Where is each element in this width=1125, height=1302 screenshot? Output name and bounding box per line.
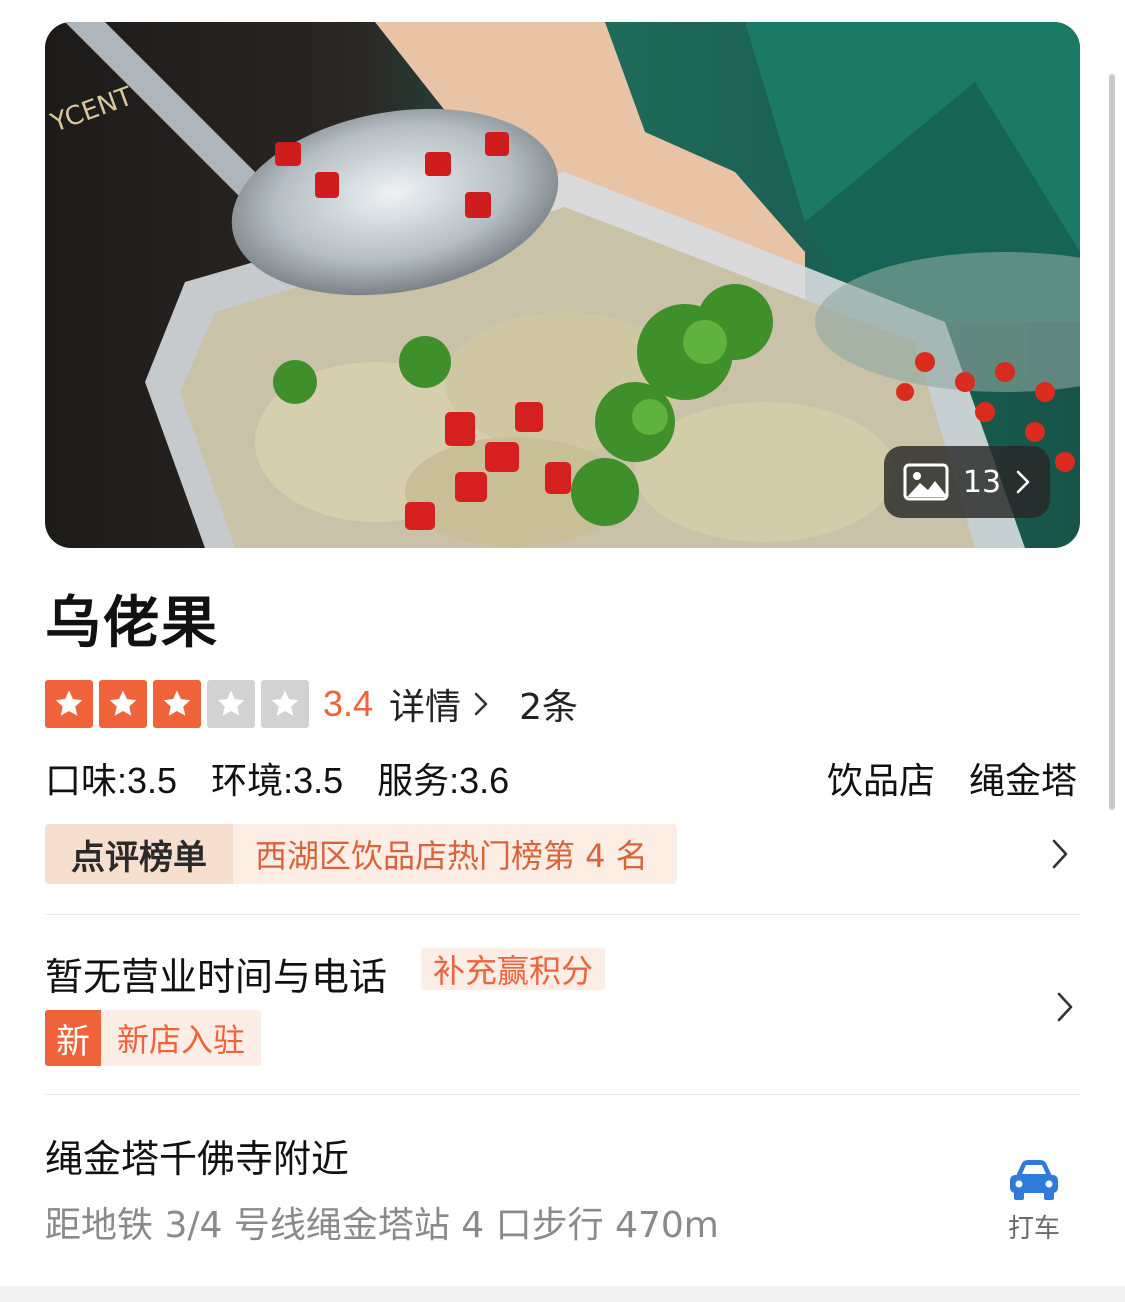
photo-count-label: 13: [962, 464, 1002, 500]
chevron-right-icon[interactable]: [1055, 990, 1075, 1024]
new-shop-badge: 新 新店入驻: [45, 1010, 262, 1066]
hours-info[interactable]: 暂无营业时间与电话: [45, 946, 387, 1001]
car-icon: [1010, 1160, 1058, 1200]
star-rating: [45, 680, 309, 728]
rating-row: 3.4 详情 2条: [45, 680, 578, 728]
star-icon: [261, 680, 309, 728]
chevron-right-icon: [1052, 839, 1068, 869]
divider: [45, 914, 1080, 915]
environment-score: 环境:3.5: [211, 760, 344, 801]
sub-scores: 口味:3.5 环境:3.5 服务:3.6: [45, 752, 543, 804]
image-icon: [903, 463, 949, 501]
taxi-button[interactable]: 打车: [1002, 1158, 1066, 1245]
shop-tags: 饮品店 绳金塔: [793, 752, 1077, 804]
taste-score: 口味:3.5: [45, 760, 178, 801]
star-icon: [99, 680, 147, 728]
area-tag[interactable]: 绳金塔: [969, 752, 1077, 804]
category-tag[interactable]: 饮品店: [827, 752, 935, 804]
star-icon: [153, 680, 201, 728]
rating-score: 3.4: [323, 683, 374, 724]
subway-distance: 距地铁 3/4 号线绳金塔站 4 口步行 470m: [45, 1205, 719, 1246]
star-icon: [45, 680, 93, 728]
chevron-right-icon: [474, 692, 488, 716]
ranking-text: 西湖区饮品店热门榜第 4 名: [233, 824, 677, 884]
ranking-row[interactable]: 点评榜单 西湖区饮品店热门榜第 4 名: [45, 824, 1080, 884]
shop-detail-page: YCENT 13 乌佬果 3.4 详情 2条 口味:3.5 环境:3.5 服务:…: [0, 0, 1125, 1302]
scrollbar[interactable]: [1109, 74, 1115, 810]
rating-detail-link[interactable]: 详情: [389, 678, 489, 730]
shop-photo[interactable]: YCENT 13: [45, 22, 1080, 548]
rating-detail-label: 详情: [389, 687, 462, 728]
service-score: 服务:3.6: [377, 760, 510, 801]
taxi-label: 打车: [1007, 1214, 1060, 1244]
divider: [45, 1094, 1080, 1095]
new-shop-label: 新店入驻: [101, 1010, 262, 1066]
review-count[interactable]: 2条: [519, 678, 578, 730]
ranking-label: 点评榜单: [45, 824, 233, 884]
photo-count-button[interactable]: 13: [884, 446, 1050, 518]
address-title[interactable]: 绳金塔千佛寺附近: [45, 1128, 349, 1183]
star-icon: [207, 680, 255, 728]
new-badge-icon: 新: [45, 1010, 101, 1066]
chevron-right-icon: [1016, 470, 1030, 494]
earn-points-tag[interactable]: 补充赢积分: [421, 948, 606, 990]
section-separator: [0, 1286, 1125, 1302]
shop-name: 乌佬果: [45, 591, 219, 656]
